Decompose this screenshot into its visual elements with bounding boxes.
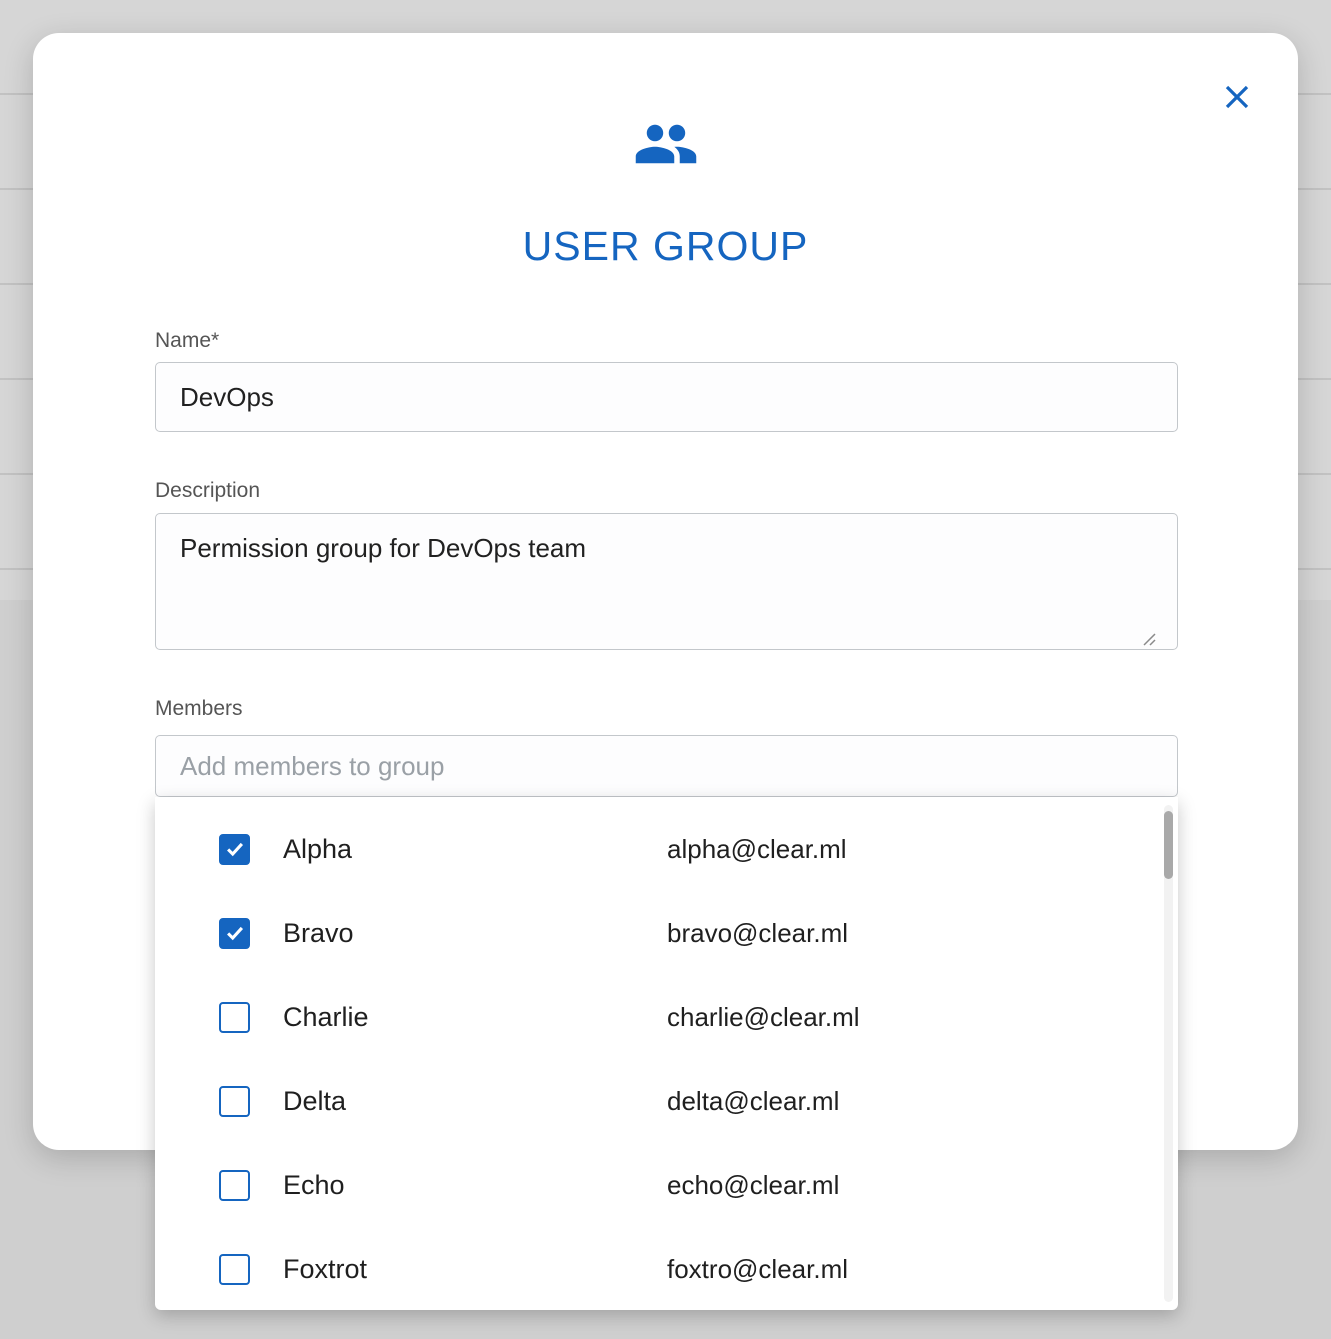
member-name: Alpha	[283, 834, 633, 865]
member-checkbox[interactable]	[219, 1086, 250, 1117]
member-email: echo@clear.ml	[667, 1170, 839, 1201]
member-row[interactable]: Echo echo@clear.ml	[155, 1143, 1178, 1227]
member-name: Echo	[283, 1170, 633, 1201]
member-checkbox[interactable]	[219, 834, 250, 865]
member-checkbox[interactable]	[219, 1170, 250, 1201]
member-name: Foxtrot	[283, 1254, 633, 1285]
close-icon	[1222, 82, 1252, 115]
member-row[interactable]: Charlie charlie@clear.ml	[155, 975, 1178, 1059]
members-dropdown: Alpha alpha@clear.ml Bravo bravo@clear.m…	[155, 797, 1178, 1310]
member-email: delta@clear.ml	[667, 1086, 839, 1117]
member-email: alpha@clear.ml	[667, 834, 847, 865]
description-textarea[interactable]: Permission group for DevOps team	[155, 513, 1178, 650]
member-row[interactable]: Foxtrot foxtro@clear.ml	[155, 1227, 1178, 1310]
member-checkbox[interactable]	[219, 1254, 250, 1285]
dropdown-scrollbar-thumb[interactable]	[1164, 811, 1173, 879]
name-label: Name*	[155, 329, 219, 353]
members-search-input[interactable]	[155, 735, 1178, 797]
member-row[interactable]: Delta delta@clear.ml	[155, 1059, 1178, 1143]
member-email: bravo@clear.ml	[667, 918, 848, 949]
member-email: charlie@clear.ml	[667, 1002, 860, 1033]
dialog-title: USER GROUP	[33, 223, 1298, 270]
dropdown-scrollbar-track[interactable]	[1164, 805, 1173, 1302]
members-list: Alpha alpha@clear.ml Bravo bravo@clear.m…	[155, 807, 1178, 1310]
member-row[interactable]: Bravo bravo@clear.ml	[155, 891, 1178, 975]
member-name: Charlie	[283, 1002, 633, 1033]
member-email: foxtro@clear.ml	[667, 1254, 848, 1285]
close-button[interactable]	[1220, 81, 1254, 115]
member-name: Bravo	[283, 918, 633, 949]
name-input[interactable]	[155, 362, 1178, 432]
description-label: Description	[155, 479, 260, 503]
members-label: Members	[155, 697, 243, 721]
member-checkbox[interactable]	[219, 1002, 250, 1033]
member-row[interactable]: Alpha alpha@clear.ml	[155, 807, 1178, 891]
member-name: Delta	[283, 1086, 633, 1117]
user-group-icon	[33, 111, 1298, 177]
member-checkbox[interactable]	[219, 918, 250, 949]
